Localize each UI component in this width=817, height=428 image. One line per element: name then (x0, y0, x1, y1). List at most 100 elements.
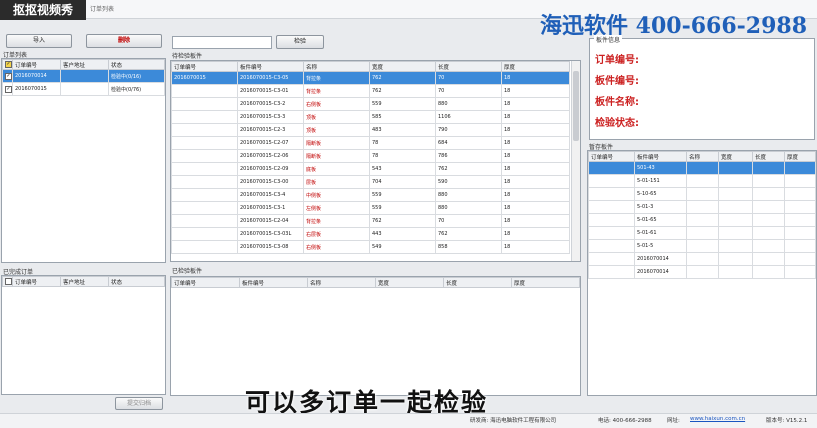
table-cell (588, 239, 635, 253)
table-cell (752, 239, 785, 253)
select-all-checkbox[interactable]: ✓ (2, 59, 13, 70)
table-row[interactable]: 2016070015-C3-1 左侧板 559 880 18 (171, 201, 570, 215)
col-board-no[interactable]: 板件编号 (237, 61, 304, 72)
import-button[interactable]: 导入 (6, 34, 72, 48)
table-cell: 762 (435, 227, 502, 241)
table-cell: 2016070015 (171, 71, 238, 85)
table-row[interactable]: 2016070015-C2-04 背拉条 762 70 18 (171, 214, 570, 228)
col-status[interactable]: 状态 (108, 59, 165, 70)
table-cell: 1106 (435, 110, 502, 124)
col-width[interactable]: 宽度 (369, 61, 436, 72)
col-address[interactable]: 客户地址 (60, 59, 109, 70)
table-cell: 2016070015-C3-03L (237, 227, 304, 241)
table-cell: 左侧板 (303, 201, 370, 215)
col-status[interactable]: 状态 (108, 276, 165, 287)
status-version: 版本号: V15.2.1 (766, 418, 808, 424)
table-row[interactable]: 2016070015-C2-09 底板 543 762 18 (171, 162, 570, 176)
col-order-no[interactable]: 订单编号 (12, 59, 61, 70)
search-input[interactable] (172, 36, 272, 49)
scroll-thumb[interactable] (573, 71, 579, 141)
col-name[interactable]: 名称 (303, 61, 370, 72)
col-width[interactable]: 宽度 (375, 277, 444, 288)
submit-archive-button[interactable]: 提交归档 (115, 397, 163, 410)
table-cell (588, 187, 635, 201)
table-row[interactable]: 5-10-65 (588, 187, 816, 201)
table-cell: 70 (435, 84, 502, 98)
board-info-label: 板件信息 (594, 35, 623, 44)
col-address[interactable]: 客户地址 (60, 276, 109, 287)
col-length[interactable]: 长度 (435, 61, 502, 72)
table-row[interactable]: 2016070014 (588, 252, 816, 266)
table-cell: 18 (501, 175, 570, 189)
table-row[interactable]: 2016070015-C3-01 背拉条 762 70 18 (171, 84, 570, 98)
table-row[interactable]: 2016070015-C3-2 右侧板 559 880 18 (171, 97, 570, 111)
table-cell: 顶板 (303, 110, 370, 124)
table-cell (784, 187, 816, 201)
table-row[interactable]: 2016070015-C2-3 顶板 483 790 18 (171, 123, 570, 137)
table-row[interactable]: 2016070015-C3-03L 右层板 443 762 18 (171, 227, 570, 241)
col-order-no[interactable]: 订单编号 (12, 276, 61, 287)
table-cell (718, 200, 753, 214)
table-cell (686, 252, 719, 266)
select-all-checkbox[interactable] (2, 276, 13, 287)
table-cell: 880 (435, 188, 502, 202)
table-row[interactable]: 5-01-151 (588, 174, 816, 188)
table-cell: 762 (435, 162, 502, 176)
table-cell: 483 (369, 123, 436, 137)
col-thickness[interactable]: 厚度 (511, 277, 580, 288)
table-cell: 背拉条 (303, 84, 370, 98)
table-cell: 2016070015-C3-08 (237, 240, 304, 254)
table-row[interactable]: 2016070015-C2-06 隔断板 78 786 18 (171, 149, 570, 163)
table-row[interactable]: 5-01-3 (588, 200, 816, 214)
col-length[interactable]: 长度 (752, 151, 785, 162)
col-order-no[interactable]: 订单编号 (588, 151, 635, 162)
table-row[interactable]: 2016070015-C2-07 隔断板 78 684 18 (171, 136, 570, 150)
col-thickness[interactable]: 厚度 (784, 151, 816, 162)
table-cell: 70 (435, 71, 502, 85)
col-board-no[interactable]: 板件编号 (239, 277, 308, 288)
table-cell (588, 213, 635, 227)
pending-boards-scrollbar[interactable] (571, 61, 580, 261)
table-cell (718, 161, 753, 175)
table-cell: 501-43 (634, 161, 687, 175)
row-checkbox[interactable]: ✓ (2, 69, 13, 83)
pending-boards-table: 订单编号 板件编号 名称 宽度 长度 厚度 2016070015 20160700… (171, 61, 570, 254)
col-name[interactable]: 名称 (686, 151, 719, 162)
col-length[interactable]: 长度 (443, 277, 512, 288)
table-row[interactable]: 5-01-65 (588, 213, 816, 227)
col-thickness[interactable]: 厚度 (501, 61, 570, 72)
table-row[interactable]: 2016070014 (588, 265, 816, 279)
table-row[interactable]: 5-01-5 (588, 239, 816, 253)
table-row[interactable]: 2016070015-C3-08 右侧板 549 858 18 (171, 240, 570, 254)
delete-button[interactable]: 删除 (86, 34, 162, 48)
table-row[interactable]: ✓ 2016070014 检验中(0/16) (2, 69, 165, 83)
table-cell: 18 (501, 214, 570, 228)
stage-boards-header: 订单编号 板件编号 名称 宽度 长度 厚度 (588, 151, 816, 162)
status-cell: 检验中(0/76) (108, 82, 165, 96)
col-name[interactable]: 名称 (307, 277, 376, 288)
check-status-label: 检验状态: (595, 118, 639, 129)
table-cell (686, 265, 719, 279)
row-checkbox[interactable]: ✓ (2, 82, 13, 96)
table-row[interactable]: 2016070015-C3-00 层板 704 590 18 (171, 175, 570, 189)
table-cell: 5-01-61 (634, 226, 687, 240)
table-row[interactable]: 2016070015-C3-4 中侧板 559 880 18 (171, 188, 570, 202)
checked-boards-header: 订单编号 板件编号 名称 宽度 长度 厚度 (171, 277, 580, 288)
col-board-no[interactable]: 板件编号 (634, 151, 687, 162)
table-cell: 2016070015-C3-3 (237, 110, 304, 124)
table-cell (686, 200, 719, 214)
table-row[interactable]: 5-01-61 (588, 226, 816, 240)
website-link[interactable]: www.haixun.com.cn (690, 416, 745, 422)
table-row[interactable]: 501-43 (588, 161, 816, 175)
table-cell: 559 (369, 201, 436, 215)
col-order-no[interactable]: 订单编号 (171, 61, 238, 72)
table-row[interactable]: 2016070015-C3-3 顶板 585 1106 18 (171, 110, 570, 124)
col-width[interactable]: 宽度 (718, 151, 753, 162)
search-button[interactable]: 检验 (276, 35, 324, 49)
table-row[interactable]: ✓ 2016070015 检验中(0/76) (2, 82, 165, 96)
table-row[interactable]: 2016070015 2016070015-C3-05 背拉条 762 70 18 (171, 71, 570, 85)
table-cell: 684 (435, 136, 502, 150)
table-cell (784, 265, 816, 279)
table-cell (171, 188, 238, 202)
col-order-no[interactable]: 订单编号 (171, 277, 240, 288)
